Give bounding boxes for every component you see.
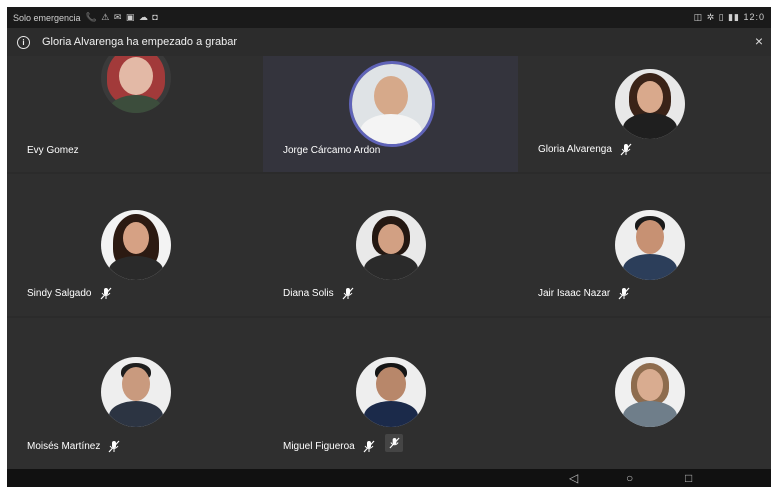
mic-off-badge[interactable] xyxy=(385,434,403,452)
avatar xyxy=(356,357,426,427)
recents-icon[interactable]: □ xyxy=(685,471,692,485)
avatar xyxy=(349,61,435,147)
participant-tile-jorge-carcamo[interactable]: Jorge Cárcamo Ardon xyxy=(263,56,518,172)
participant-tile-moises-martinez[interactable]: Moisés Martínez xyxy=(7,318,263,469)
system-status-icons: ◫ ✲ ▯ ▮▮ 12:0 xyxy=(693,12,765,22)
avatar xyxy=(356,210,426,280)
mic-off-icon xyxy=(620,143,632,156)
notification-icons: 📞 ⚠ ✉ ▣ ☁ ◘ xyxy=(85,12,159,22)
participant-name-row: Miguel Figueroa xyxy=(283,440,375,453)
participant-name-row: Jorge Cárcamo Ardon xyxy=(283,145,380,156)
avatar xyxy=(101,210,171,280)
recording-message: Gloria Alvarenga ha empezado a grabar xyxy=(42,36,238,48)
status-bar: Solo emergencia 📞 ⚠ ✉ ▣ ☁ ◘ ◫ ✲ ▯ ▮▮ 12:… xyxy=(7,7,771,28)
participant-name-row: Evy Gomez xyxy=(27,145,79,156)
participant-name: Jair Isaac Nazar xyxy=(538,288,611,299)
participant-name-row: Diana Solis xyxy=(283,287,354,300)
participant-tile-gloria-alvarenga[interactable]: Gloria Alvarenga xyxy=(518,56,771,172)
carrier-text: Solo emergencia xyxy=(13,12,81,23)
participant-grid: Evy Gomez Jorge Cárcamo Ardon Gloria Alv… xyxy=(7,56,771,469)
mic-off-icon xyxy=(342,287,354,300)
mic-off-icon xyxy=(100,287,112,300)
participant-name: Miguel Figueroa xyxy=(283,441,355,452)
avatar xyxy=(101,56,171,113)
close-icon[interactable]: × xyxy=(755,33,763,49)
meeting-screen: Solo emergencia 📞 ⚠ ✉ ▣ ☁ ◘ ◫ ✲ ▯ ▮▮ 12:… xyxy=(7,7,771,487)
mic-off-icon xyxy=(108,440,120,453)
participant-tile-miguel-figueroa[interactable]: Miguel Figueroa xyxy=(263,318,518,469)
info-icon: i xyxy=(17,35,30,49)
avatar xyxy=(101,357,171,427)
back-icon[interactable]: ◁ xyxy=(569,471,578,485)
participant-name: Jorge Cárcamo Ardon xyxy=(283,145,381,156)
avatar xyxy=(615,69,685,139)
participant-tile-unnamed[interactable] xyxy=(518,318,771,469)
participant-name-row: Sindy Salgado xyxy=(27,287,112,300)
mic-off-icon xyxy=(363,440,375,453)
participant-name-row: Jair Isaac Nazar xyxy=(538,287,630,300)
participant-name-row: Gloria Alvarenga xyxy=(538,143,632,156)
participant-tile-sindy-salgado[interactable]: Sindy Salgado xyxy=(7,174,263,316)
participant-name: Evy Gomez xyxy=(27,145,79,156)
mic-off-icon xyxy=(618,287,630,300)
participant-tile-diana-solis[interactable]: Diana Solis xyxy=(263,174,518,316)
participant-tile-jair-isaac-nazar[interactable]: Jair Isaac Nazar xyxy=(518,174,771,316)
participant-name: Diana Solis xyxy=(283,288,334,299)
participant-name-row: Moisés Martínez xyxy=(27,440,120,453)
participant-name: Moisés Martínez xyxy=(27,441,101,452)
status-bar-left: Solo emergencia 📞 ⚠ ✉ ▣ ☁ ◘ xyxy=(13,12,159,23)
participant-name: Gloria Alvarenga xyxy=(538,144,612,155)
participant-name: Sindy Salgado xyxy=(27,288,92,299)
recording-banner: i Gloria Alvarenga ha empezado a grabar … xyxy=(7,28,771,56)
participant-tile-evy-gomez[interactable]: Evy Gomez xyxy=(7,56,263,172)
home-icon[interactable]: ○ xyxy=(626,471,633,485)
avatar xyxy=(615,210,685,280)
avatar xyxy=(615,357,685,427)
status-bar-right: ◫ ✲ ▯ ▮▮ 12:0 xyxy=(694,12,765,23)
android-nav-bar: ◁ ○ □ xyxy=(7,469,771,487)
